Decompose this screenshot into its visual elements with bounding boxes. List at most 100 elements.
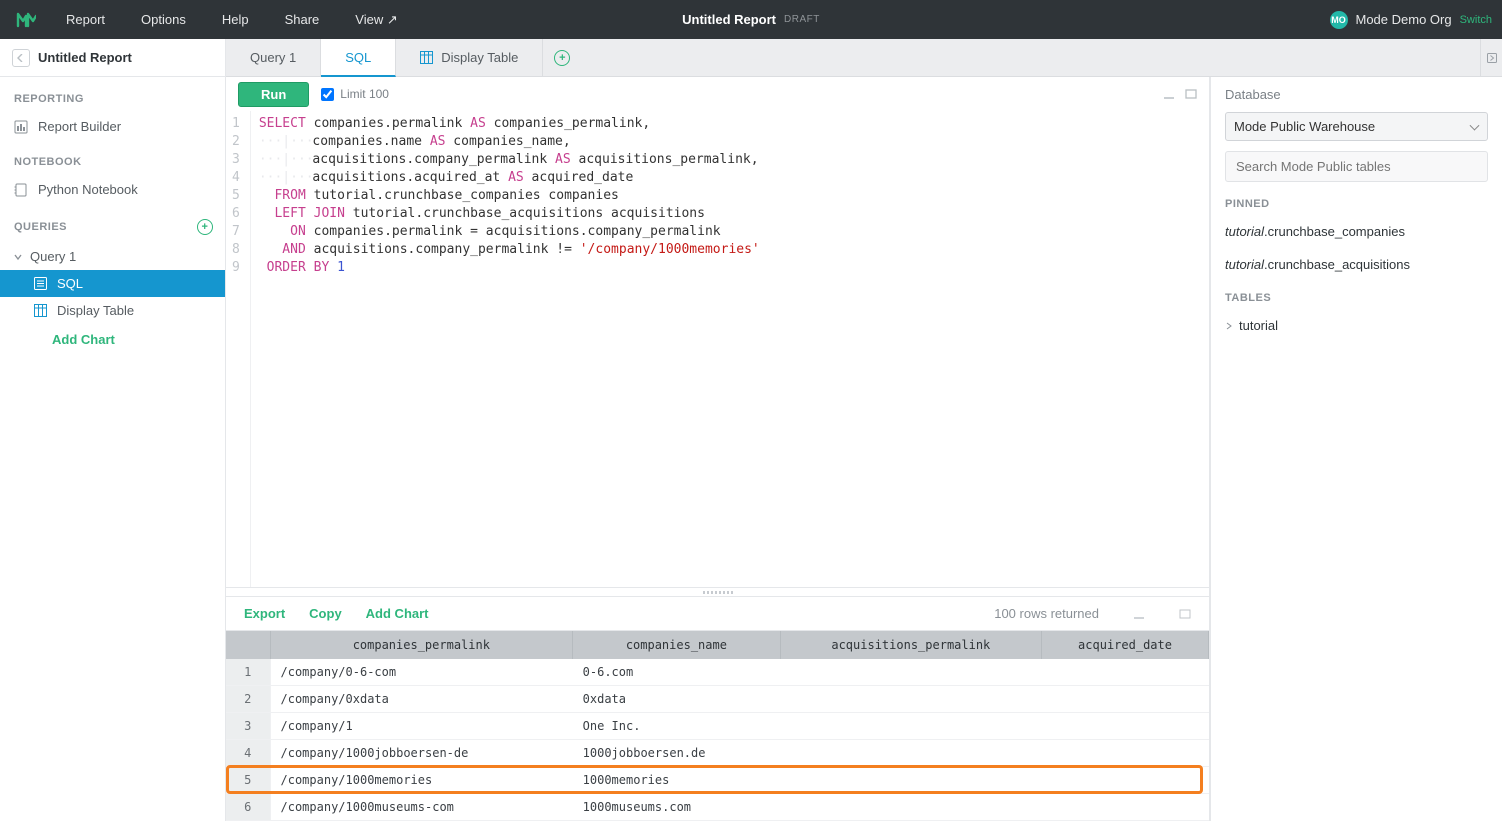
table-cell: 0-6.com bbox=[573, 659, 780, 686]
table-cell: /company/0xdata bbox=[270, 686, 573, 713]
sidebar-report-title[interactable]: Untitled Report bbox=[38, 50, 132, 65]
results-table-wrap[interactable]: companies_permalink companies_name acqui… bbox=[226, 631, 1209, 821]
caret-right-icon bbox=[1225, 322, 1233, 330]
table-cell-rownum: 5 bbox=[226, 767, 270, 794]
menu-view[interactable]: View ↗ bbox=[337, 0, 415, 39]
results-maximize-icon[interactable] bbox=[1179, 609, 1191, 619]
table-icon bbox=[34, 304, 47, 317]
org-avatar[interactable]: MO bbox=[1330, 11, 1348, 29]
table-row[interactable]: 4/company/1000jobboersen-de1000jobboerse… bbox=[226, 740, 1209, 767]
table-row[interactable]: 2/company/0xdata0xdata bbox=[226, 686, 1209, 713]
menu-share[interactable]: Share bbox=[267, 0, 338, 39]
editor-code[interactable]: SELECT companies.permalink AS companies_… bbox=[251, 111, 768, 587]
table-cell-rownum: 4 bbox=[226, 740, 270, 767]
table-row[interactable]: 1/company/0-6-com0-6.com bbox=[226, 659, 1209, 686]
tables-schema[interactable]: tutorial bbox=[1225, 314, 1488, 337]
tree-display-table[interactable]: Display Table bbox=[0, 297, 225, 324]
nav-python-notebook-label: Python Notebook bbox=[38, 182, 138, 197]
tree-query1[interactable]: Query 1 bbox=[0, 243, 225, 270]
table-cell bbox=[1042, 659, 1209, 686]
maximize-icon[interactable] bbox=[1185, 89, 1197, 99]
export-link[interactable]: Export bbox=[244, 606, 285, 621]
table-cell: 1000memories bbox=[573, 767, 780, 794]
table-cell bbox=[780, 659, 1041, 686]
database-label: Database bbox=[1225, 87, 1488, 102]
results-minimize-icon[interactable] bbox=[1133, 609, 1145, 619]
pinned-section-label: PINNED bbox=[1225, 198, 1488, 210]
table-header[interactable]: acquisitions_permalink bbox=[780, 631, 1041, 659]
tables-section-label: TABLES bbox=[1225, 292, 1488, 304]
tab-display-table[interactable]: Display Table bbox=[396, 39, 543, 76]
results-toolbar: Export Copy Add Chart 100 rows returned bbox=[226, 597, 1209, 631]
table-header[interactable]: companies_permalink bbox=[270, 631, 573, 659]
table-cell: /company/1000jobboersen-de bbox=[270, 740, 573, 767]
database-select[interactable]: Mode Public Warehouse bbox=[1225, 112, 1488, 141]
tab-query1[interactable]: Query 1 bbox=[226, 39, 321, 76]
table-row[interactable]: 3/company/1One Inc. bbox=[226, 713, 1209, 740]
pinned-table[interactable]: tutorial.crunchbase_acquisitions bbox=[1225, 253, 1488, 276]
tab-display-table-label: Display Table bbox=[441, 50, 518, 65]
menu-options[interactable]: Options bbox=[123, 0, 204, 39]
tabs-scroll-right[interactable] bbox=[1480, 39, 1502, 76]
org-name[interactable]: Mode Demo Org bbox=[1356, 12, 1452, 27]
sidebar: Untitled Report REPORTING Report Builder… bbox=[0, 39, 226, 821]
add-chart-link[interactable]: Add Chart bbox=[366, 606, 429, 621]
table-cell bbox=[780, 740, 1041, 767]
minimize-icon[interactable] bbox=[1163, 89, 1175, 99]
table-row[interactable]: 6/company/1000museums-com1000museums.com bbox=[226, 794, 1209, 821]
report-title[interactable]: Untitled Report bbox=[682, 12, 776, 27]
table-cell bbox=[1042, 740, 1209, 767]
topbar: Report Options Help Share View ↗ Untitle… bbox=[0, 0, 1502, 39]
switch-org-link[interactable]: Switch bbox=[1460, 14, 1492, 26]
table-cell: 0xdata bbox=[573, 686, 780, 713]
tree-sql[interactable]: SQL bbox=[0, 270, 225, 297]
tab-add-button[interactable]: + bbox=[543, 39, 581, 76]
tab-sql[interactable]: SQL bbox=[321, 39, 396, 77]
app-logo-icon[interactable] bbox=[16, 10, 36, 30]
rows-returned: 100 rows returned bbox=[994, 606, 1099, 621]
menu-report[interactable]: Report bbox=[48, 0, 123, 39]
menu-help[interactable]: Help bbox=[204, 0, 267, 39]
copy-link[interactable]: Copy bbox=[309, 606, 342, 621]
report-builder-icon bbox=[14, 120, 28, 134]
horizontal-splitter[interactable] bbox=[226, 587, 1209, 597]
results-table: companies_permalink companies_name acqui… bbox=[226, 631, 1209, 821]
table-cell-rownum: 3 bbox=[226, 713, 270, 740]
tree-query1-label: Query 1 bbox=[30, 249, 76, 264]
section-reporting: REPORTING bbox=[0, 77, 225, 113]
table-header[interactable]: companies_name bbox=[573, 631, 780, 659]
run-button[interactable]: Run bbox=[238, 82, 309, 107]
nav-python-notebook[interactable]: Python Notebook bbox=[0, 176, 225, 203]
table-cell-rownum: 6 bbox=[226, 794, 270, 821]
table-cell bbox=[780, 713, 1041, 740]
add-query-button[interactable]: + bbox=[197, 219, 213, 235]
nav-report-builder[interactable]: Report Builder bbox=[0, 113, 225, 140]
tree-display-table-label: Display Table bbox=[57, 303, 134, 318]
main: Query 1 SQL Display Table + Run Limit 10… bbox=[226, 39, 1502, 821]
table-search-input[interactable] bbox=[1225, 151, 1488, 182]
table-header-rownum bbox=[226, 631, 270, 659]
editor-gutter: 123456789 bbox=[226, 111, 251, 587]
tree-sql-label: SQL bbox=[57, 276, 83, 291]
table-cell bbox=[1042, 713, 1209, 740]
table-cell: /company/1000museums-com bbox=[270, 794, 573, 821]
table-cell: 1000museums.com bbox=[573, 794, 780, 821]
table-row[interactable]: 5/company/1000memories1000memories bbox=[226, 767, 1209, 794]
pinned-table[interactable]: tutorial.crunchbase_companies bbox=[1225, 220, 1488, 243]
table-cell: /company/0-6-com bbox=[270, 659, 573, 686]
table-cell bbox=[780, 686, 1041, 713]
table-cell bbox=[1042, 767, 1209, 794]
back-button[interactable] bbox=[12, 49, 30, 67]
table-cell bbox=[1042, 686, 1209, 713]
limit-checkbox[interactable]: Limit 100 bbox=[321, 87, 389, 101]
sql-icon bbox=[34, 277, 47, 290]
tree-add-chart[interactable]: Add Chart bbox=[0, 324, 225, 355]
notebook-icon bbox=[14, 183, 28, 197]
sql-editor[interactable]: 123456789 SELECT companies.permalink AS … bbox=[226, 111, 1209, 587]
topbar-menu: Report Options Help Share View ↗ bbox=[48, 0, 416, 39]
table-header[interactable]: acquired_date bbox=[1042, 631, 1209, 659]
table-cell-rownum: 2 bbox=[226, 686, 270, 713]
limit-checkbox-input[interactable] bbox=[321, 88, 334, 101]
table-cell bbox=[1042, 794, 1209, 821]
table-cell: One Inc. bbox=[573, 713, 780, 740]
